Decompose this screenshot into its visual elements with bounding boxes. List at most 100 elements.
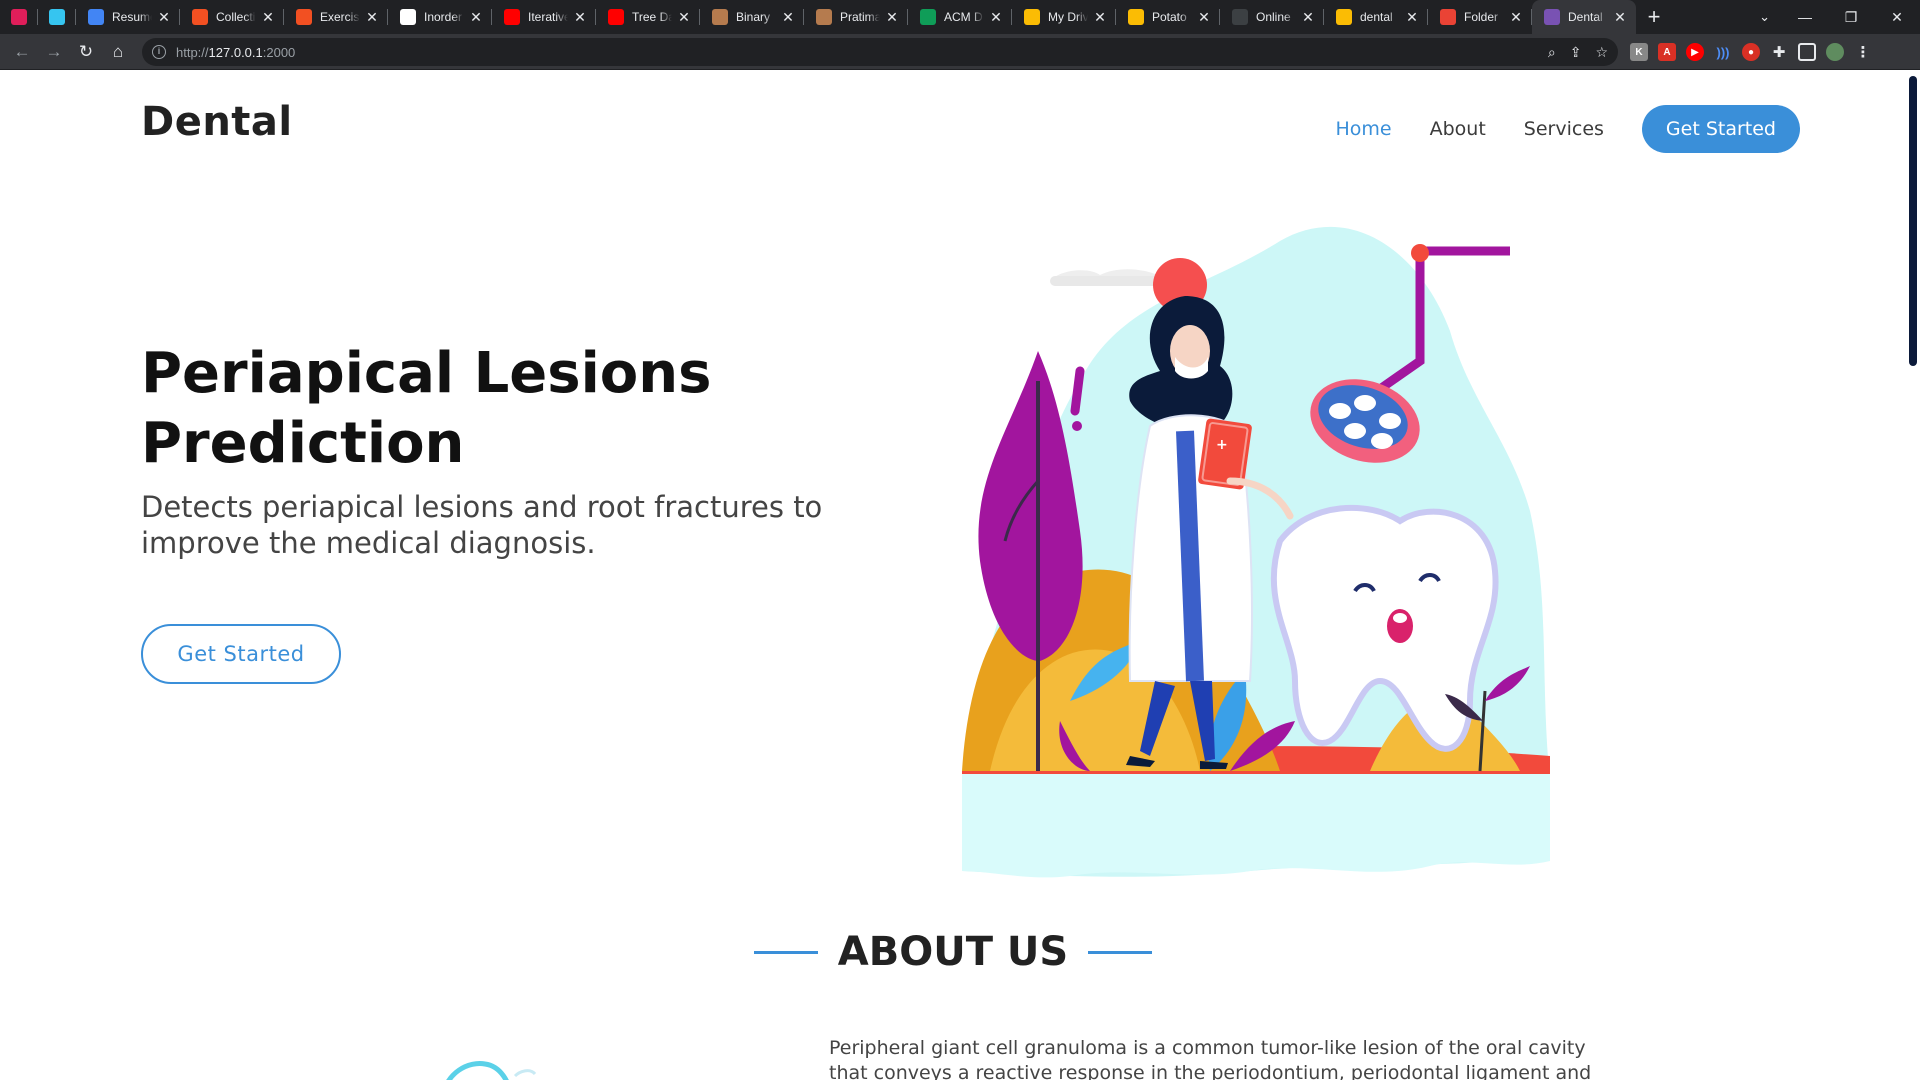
youtube-icon — [608, 9, 624, 25]
nav-link-about[interactable]: About — [1430, 118, 1486, 140]
tab-close-icon[interactable]: ✕ — [676, 9, 692, 26]
tab-label: Dental — [1568, 10, 1603, 24]
browser-tab[interactable]: Iterative ✕ — [492, 0, 596, 34]
browser-tab[interactable]: Binary ✕ — [700, 0, 804, 34]
heading-divider-right — [1088, 950, 1153, 954]
hero-get-started-button[interactable]: Get Started — [141, 624, 341, 684]
omnibox-actions: ⌕ ⇪ ☆ — [1548, 38, 1608, 66]
tab-label: My Driv — [1048, 10, 1088, 24]
pdf-extension-icon[interactable]: A — [1658, 43, 1676, 61]
browser-tab[interactable]: My Driv ✕ — [1012, 0, 1116, 34]
tab-label: dental — [1360, 10, 1393, 24]
about-paragraph: Peripheral giant cell granuloma is a com… — [829, 1037, 1592, 1080]
tab-close-icon[interactable]: ✕ — [988, 9, 1004, 26]
share-icon[interactable]: ⇪ — [1570, 44, 1582, 61]
tab-close-icon[interactable]: ✕ — [468, 9, 484, 26]
browser-tab[interactable]: Tree Da ✕ — [596, 0, 700, 34]
tab-close-icon[interactable]: ✕ — [572, 9, 588, 26]
nav-get-started-button[interactable]: Get Started — [1641, 105, 1800, 153]
tab-active[interactable]: Dental ✕ — [1532, 0, 1636, 34]
microsoft-icon — [192, 9, 208, 25]
new-tab-button[interactable]: + — [1636, 0, 1672, 34]
youtube-extension-icon[interactable]: ▶ — [1686, 43, 1704, 61]
address-bar[interactable]: i http://127.0.0.1:2000 ⌕ ⇪ ☆ — [142, 38, 1618, 66]
home-icon[interactable]: ⌂ — [102, 42, 134, 62]
url-text[interactable]: http://127.0.0.1:2000 — [176, 45, 295, 60]
browser-tab[interactable]: Resume ✕ — [76, 0, 180, 34]
tab-list: Resume✕Collecti✕Exercise✕Inorder✕Iterati… — [0, 0, 1636, 34]
tab-label: Collecti — [216, 10, 256, 24]
site-info-icon[interactable]: i — [152, 45, 166, 59]
browser-tab[interactable]: Pratima ✕ — [804, 0, 908, 34]
extension-icon[interactable]: K — [1630, 43, 1648, 61]
site-logo[interactable]: Dental — [141, 99, 293, 145]
tab-close-icon[interactable]: ✕ — [1404, 9, 1420, 26]
forward-icon[interactable]: → — [38, 42, 70, 62]
tab-label: Binary — [736, 10, 771, 24]
nav-link-services[interactable]: Services — [1524, 118, 1604, 140]
browser-tab[interactable]: Exercise ✕ — [284, 0, 388, 34]
tab-label: Online — [1256, 10, 1291, 24]
wave-extension-icon[interactable]: ))) — [1714, 43, 1732, 61]
tab-label: Exercise — [320, 10, 360, 24]
tab-label: Pratima — [840, 10, 880, 24]
browser-tab[interactable]: ACM D ✕ — [908, 0, 1012, 34]
restore-icon[interactable]: ❐ — [1828, 9, 1874, 26]
menu-kebab-icon[interactable]: ⋮ — [1854, 43, 1872, 61]
tab-close-icon[interactable]: ✕ — [780, 9, 796, 26]
tab-label: ACM D — [944, 10, 983, 24]
tab-label: Potato — [1152, 10, 1187, 24]
tab-close-icon[interactable]: ✕ — [156, 9, 172, 26]
browser-tab[interactable]: Online ✕ — [1220, 0, 1324, 34]
bookmark-star-icon[interactable]: ☆ — [1595, 44, 1608, 61]
tab-close-icon[interactable]: ✕ — [364, 9, 380, 26]
profile-avatar[interactable] — [1826, 43, 1844, 61]
browser-tab[interactable]: dental ✕ — [1324, 0, 1428, 34]
tab-close-icon[interactable]: ✕ — [1300, 9, 1316, 26]
zoom-icon[interactable]: ⌕ — [1548, 44, 1556, 61]
minimize-icon[interactable]: — — [1782, 9, 1828, 25]
sheets-icon — [920, 9, 936, 25]
main-nav: Home About Services Get Started — [1298, 105, 1800, 153]
tab-label: Inorder — [424, 10, 463, 24]
browser-tab[interactable]: Inorder ✕ — [388, 0, 492, 34]
drive-icon — [1336, 9, 1352, 25]
tab-search-icon[interactable]: ⌄ — [1759, 0, 1770, 34]
puzzle-icon[interactable]: ✚ — [1770, 43, 1788, 61]
browser-tab[interactable] — [38, 0, 76, 34]
slack-icon — [49, 9, 65, 25]
d-icon — [1232, 9, 1248, 25]
lock-extension-icon[interactable]: ● — [1742, 43, 1760, 61]
reload-icon[interactable]: ↻ — [70, 42, 102, 62]
back-icon[interactable]: ← — [6, 42, 38, 62]
browser-tab[interactable] — [0, 0, 38, 34]
google-icon — [400, 9, 416, 25]
codechef-icon — [712, 9, 728, 25]
tab-close-icon[interactable]: ✕ — [884, 9, 900, 26]
tab-label: Tree Da — [632, 10, 672, 24]
nav-link-home[interactable]: Home — [1336, 118, 1392, 140]
tab-close-icon[interactable]: ✕ — [1612, 9, 1628, 26]
browser-tab-strip: Resume✕Collecti✕Exercise✕Inorder✕Iterati… — [0, 0, 1920, 34]
close-window-icon[interactable]: ✕ — [1874, 9, 1920, 26]
url-host: 127.0.0.1 — [208, 44, 263, 60]
microsoft-icon — [296, 9, 312, 25]
browser-tab[interactable]: Potato ✕ — [1116, 0, 1220, 34]
tab-close-icon[interactable]: ✕ — [1196, 9, 1212, 26]
bootstrap-icon — [1544, 9, 1560, 25]
browser-tab[interactable]: Folder ✕ — [1428, 0, 1532, 34]
tab-label: Resume — [112, 10, 152, 24]
tab-close-icon[interactable]: ✕ — [1092, 9, 1108, 26]
tab-close-icon[interactable]: ✕ — [1508, 9, 1524, 26]
tab-close-icon[interactable]: ✕ — [260, 9, 276, 26]
side-panel-icon[interactable] — [1798, 43, 1816, 61]
scrollbar-thumb[interactable] — [1909, 76, 1917, 366]
hero-subtitle: Detects periapical lesions and root frac… — [141, 490, 823, 560]
hero-title: Periapical Lesions Prediction — [141, 341, 712, 476]
gmail-icon — [1440, 9, 1456, 25]
window-controls: — ❐ ✕ — [1782, 0, 1920, 34]
browser-tab[interactable]: Collecti ✕ — [180, 0, 284, 34]
page-viewport: Dental Home About Services Get Started P… — [0, 71, 1920, 1080]
slack-icon — [11, 9, 27, 25]
url-port: :2000 — [262, 44, 296, 60]
